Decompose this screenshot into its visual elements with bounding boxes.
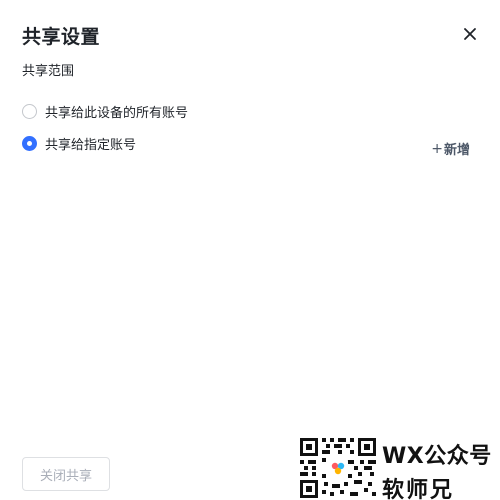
- plus-icon: +: [431, 140, 443, 157]
- qr-code-icon: [298, 436, 378, 500]
- share-settings-dialog: 共享设置 共享范围 共享给此设备的所有账号 共享给指定账号 + 新增 关闭共享: [0, 0, 500, 500]
- watermark-line2: 软师兄: [382, 478, 455, 500]
- radio-option-label: 共享给指定账号: [45, 138, 137, 153]
- add-account-label: 新增: [443, 143, 470, 158]
- radio-option-specified-accounts[interactable]: 共享给指定账号: [22, 134, 136, 153]
- radio-option-all-accounts[interactable]: 共享给此设备的所有账号: [22, 102, 188, 121]
- stop-sharing-button[interactable]: 关闭共享: [22, 457, 110, 491]
- radio-option-label: 共享给此设备的所有账号: [45, 106, 189, 121]
- watermark-line1: WX公众号: [382, 444, 492, 469]
- share-scope-label: 共享范围: [22, 64, 75, 79]
- radio-checked-icon[interactable]: [22, 136, 37, 151]
- radio-unchecked-icon[interactable]: [22, 104, 37, 119]
- dialog-title: 共享设置: [22, 26, 101, 48]
- watermark: WX公众号 软师兄: [298, 436, 500, 500]
- close-button[interactable]: [460, 24, 480, 44]
- close-icon: [464, 28, 476, 40]
- add-account-button[interactable]: + 新增: [431, 139, 470, 159]
